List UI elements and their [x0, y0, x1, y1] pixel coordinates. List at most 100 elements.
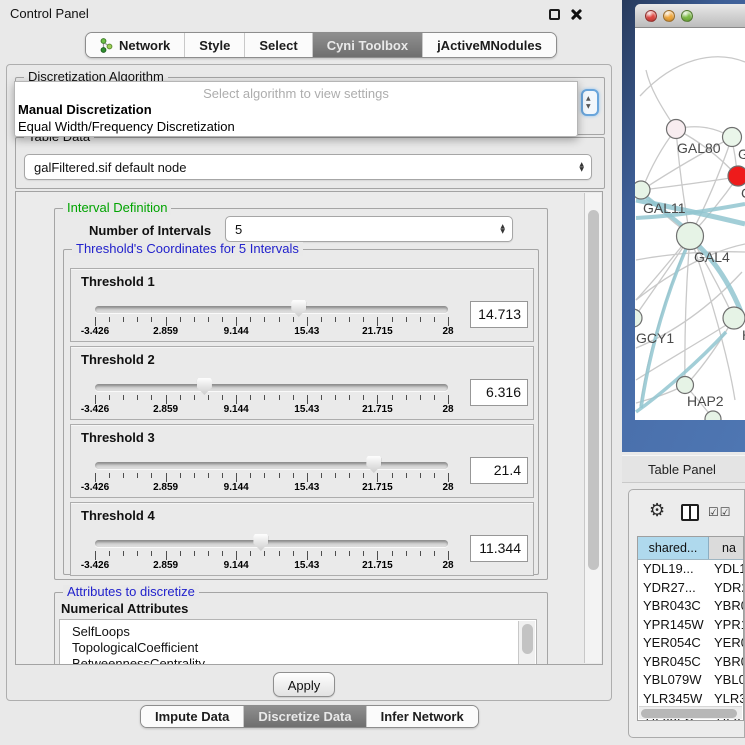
- thresholds-group: Threshold's Coordinates for 5 Intervals …: [63, 249, 539, 575]
- slider-tick: [321, 317, 322, 322]
- network-node[interactable]: [705, 411, 721, 420]
- slider-tick: [420, 473, 421, 478]
- apply-button[interactable]: Apply: [273, 672, 335, 697]
- table-row[interactable]: YPR145WYPR1: [638, 616, 743, 635]
- network-node-gal4[interactable]: [677, 223, 704, 250]
- table-row[interactable]: YDR27...YDR2: [638, 579, 743, 598]
- table-row[interactable]: YER054CYER0: [638, 634, 743, 653]
- threshold-value-field[interactable]: 11.344: [470, 535, 528, 562]
- slider-tick: [363, 551, 364, 556]
- tab-impute-data[interactable]: Impute Data: [141, 706, 243, 727]
- table-hscrollbar-thumb[interactable]: [641, 709, 737, 718]
- slider-tick: [222, 551, 223, 556]
- slider-thumb[interactable]: [253, 534, 268, 551]
- network-node-gal11[interactable]: [635, 181, 650, 199]
- slider-thumb[interactable]: [291, 300, 306, 317]
- slider-track[interactable]: [95, 540, 448, 547]
- slider-track[interactable]: [95, 462, 448, 469]
- network-node-hap2[interactable]: [677, 377, 694, 394]
- tab-infer-network[interactable]: Infer Network: [366, 706, 478, 727]
- network-icon: [100, 38, 113, 53]
- settings-scrollbar-thumb[interactable]: [588, 210, 599, 570]
- gear-icon[interactable]: ⚙: [649, 500, 665, 521]
- float-window-icon[interactable]: [549, 9, 560, 20]
- number-of-intervals-select[interactable]: 5: [225, 216, 513, 242]
- dropdown-hint: Select algorithm to view settings: [15, 86, 577, 101]
- network-node-gcy1[interactable]: [635, 309, 642, 327]
- tick-label: 21.715: [362, 482, 393, 493]
- slider-tick: [123, 551, 124, 556]
- slider-track[interactable]: [95, 306, 448, 313]
- tab-select[interactable]: Select: [244, 33, 311, 57]
- slider-tick: [180, 395, 181, 400]
- slider-tick: [307, 317, 308, 326]
- attribute-item-topologicalcoefficient[interactable]: TopologicalCoefficient: [60, 640, 536, 656]
- slider-tick: [349, 317, 350, 322]
- select-columns-icon[interactable]: ☑☑: [708, 505, 732, 519]
- table-row[interactable]: YDL19...YDL1: [638, 560, 743, 579]
- threshold-value-field[interactable]: 21.4: [470, 457, 528, 484]
- network-canvas[interactable]: GAL80GCGAL11GAL4GCY1HHAP2: [635, 28, 745, 420]
- slider-tick: [420, 551, 421, 556]
- close-traffic-light-icon[interactable]: [645, 10, 657, 22]
- threshold-value-field[interactable]: 14.713: [470, 301, 528, 328]
- table-hscrollbar[interactable]: [639, 706, 742, 719]
- tab-discretize-data[interactable]: Discretize Data: [243, 706, 365, 727]
- slider-tick: [194, 551, 195, 556]
- list-scrollbar-thumb[interactable]: [522, 624, 533, 654]
- attribute-item-selfloops[interactable]: SelfLoops: [60, 620, 536, 640]
- tab-style[interactable]: Style: [184, 33, 244, 57]
- tick-label: 28: [442, 404, 453, 415]
- tab-cyni-toolbox[interactable]: Cyni Toolbox: [312, 33, 422, 57]
- split-columns-icon[interactable]: [681, 504, 699, 521]
- group-title: Attributes to discretize: [63, 585, 199, 599]
- table-row[interactable]: YBL079WYBL0: [638, 671, 743, 690]
- network-window-titlebar[interactable]: [635, 4, 745, 28]
- column-header-shared[interactable]: shared...: [638, 537, 709, 559]
- panel-title: Control Panel: [10, 6, 89, 21]
- close-icon[interactable]: [570, 8, 582, 20]
- network-node-label: G: [738, 146, 745, 162]
- threshold-value-field[interactable]: 6.316: [470, 379, 528, 406]
- network-node-h[interactable]: [723, 307, 745, 329]
- slider-tick: [349, 395, 350, 400]
- tab-jactivemnodules[interactable]: jActiveMNodules: [422, 33, 556, 57]
- algorithm-option-manual-discretization[interactable]: Manual Discretization: [15, 101, 577, 118]
- slider-tick: [123, 395, 124, 400]
- slider-tick: [321, 395, 322, 400]
- slider-tick: [349, 473, 350, 478]
- cell-name: YBL0: [709, 671, 743, 690]
- slider-thumb[interactable]: [197, 378, 212, 395]
- tab-label: Select: [259, 38, 297, 53]
- table-row[interactable]: YBR043CYBR0: [638, 597, 743, 616]
- column-header-na[interactable]: na: [709, 537, 743, 559]
- slider-track[interactable]: [95, 384, 448, 391]
- list-scrollbar[interactable]: [518, 621, 535, 665]
- settings-scrollbar[interactable]: [584, 193, 601, 663]
- table-data-select[interactable]: galFiltered.sif default node: [24, 154, 592, 180]
- slider-tick: [109, 551, 110, 556]
- slider-tick: [279, 395, 280, 400]
- table-row[interactable]: YBR045CYBR0: [638, 653, 743, 672]
- number-of-intervals-value: 5: [235, 222, 242, 237]
- cell-shared-name: YER054C: [638, 634, 709, 653]
- slider-tick: [236, 395, 237, 404]
- cell-name: YBR0: [709, 653, 743, 672]
- zoom-traffic-light-icon[interactable]: [681, 10, 693, 22]
- algorithm-option-equal-width-frequency-discretization[interactable]: Equal Width/Frequency Discretization: [15, 118, 577, 135]
- network-node-c[interactable]: [728, 166, 745, 186]
- algorithm-combobox-arrow-button[interactable]: [581, 89, 599, 116]
- tab-network[interactable]: Network: [86, 33, 184, 57]
- network-node-gal80[interactable]: [667, 120, 686, 139]
- tick-label: 21.715: [362, 404, 393, 415]
- slider-tick: [349, 551, 350, 556]
- attribute-item-betweennesscentrality[interactable]: BetweennessCentrality: [60, 656, 536, 665]
- slider-thumb[interactable]: [366, 456, 381, 473]
- minimize-traffic-light-icon[interactable]: [663, 10, 675, 22]
- tick-label: 2.859: [153, 326, 178, 337]
- tick-label: 21.715: [362, 560, 393, 571]
- slider-tick: [166, 473, 167, 482]
- network-node-g[interactable]: [723, 128, 742, 147]
- slider-tick-labels: -3.4262.8599.14415.4321.71528: [95, 482, 448, 494]
- slider-tick: [406, 473, 407, 478]
